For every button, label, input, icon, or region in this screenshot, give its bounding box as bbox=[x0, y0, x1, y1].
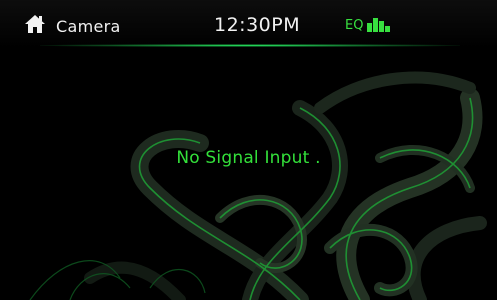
clock-display: 12:30PM bbox=[214, 14, 301, 36]
status-bar: Camera 12:30PM EQ bbox=[0, 0, 497, 48]
eq-button[interactable]: EQ bbox=[345, 18, 391, 33]
no-signal-message: No Signal Input . bbox=[176, 148, 321, 168]
header-divider bbox=[40, 44, 460, 47]
tribal-background-art bbox=[29, 71, 487, 300]
page-title: Camera bbox=[56, 17, 121, 36]
equalizer-icon bbox=[367, 18, 391, 32]
eq-label: EQ bbox=[345, 18, 364, 33]
camera-screen: Camera 12:30PM EQ No Signal Input . bbox=[0, 0, 497, 300]
home-icon[interactable] bbox=[24, 14, 46, 34]
